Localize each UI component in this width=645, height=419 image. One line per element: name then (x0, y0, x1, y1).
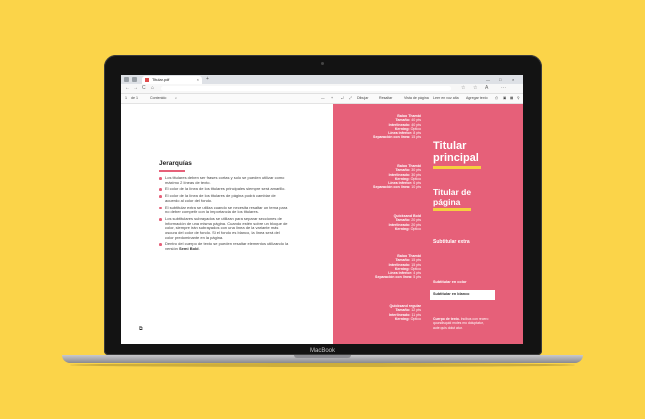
spec-block-subtitular-extra: Quicksand Bold Tamaño: 20 pts Interlinea… (343, 214, 421, 231)
sample-subtitular-blanco: Subtitular en blanco (433, 292, 470, 296)
pdf-favicon-icon (145, 78, 149, 82)
laptop-base-notch (294, 355, 351, 358)
fit-page-icon[interactable]: ⤢ (349, 94, 352, 103)
bullet-dot-icon (159, 177, 162, 180)
spec-value: 15 pts (411, 135, 421, 140)
sample-titular-principal: Titular principal (433, 140, 479, 164)
contents-button[interactable]: Contenido (150, 94, 166, 103)
bullet-dot-icon (159, 195, 162, 198)
bullet-text: El subtitular extra se utiliza cuando se… (165, 204, 288, 215)
spec-line: Kerning: Óptico (343, 317, 421, 321)
bullet-text: Los subtitulares subrayados se utilizan … (165, 215, 288, 240)
sample-cuerpo-texto: Cuerpo de texto. Incibus con recero quun… (433, 317, 489, 330)
pdf-toolbar: 1 de 1 Contenido ⌕ — + ⤾ ⤢ Dibujar Resal… (121, 94, 523, 104)
zoom-in-button[interactable]: + (331, 94, 333, 103)
sample-subtitular-extra: Subtitular extra (433, 239, 470, 245)
save-icon[interactable]: ▣ (503, 94, 506, 103)
read-aloud-button[interactable]: Leer en voz alta (433, 94, 459, 103)
bullet-dot-icon (159, 206, 162, 210)
spec-block-titular-principal: Baloo Thambi Tamaño: 40 pts Interlineado… (343, 114, 421, 140)
spec-label: Kerning: (394, 316, 410, 321)
spec-value: Óptico (410, 316, 421, 321)
sample-titular-pagina: Titular de página (433, 187, 472, 207)
highlight-button[interactable]: Resaltar (379, 94, 392, 103)
url-input[interactable] (161, 86, 451, 91)
spec-value: 5 pts (413, 275, 421, 280)
new-tab-button[interactable]: + (206, 76, 209, 83)
spec-value: Óptico (410, 226, 421, 231)
page-number-input[interactable]: 1 (125, 94, 127, 103)
camera (321, 62, 324, 65)
spec-label: Kerning: (394, 226, 410, 231)
bullet-text: El color de la línea de los titulares pr… (165, 186, 286, 192)
sample-subtitular-color: Subtitular en color (433, 280, 467, 284)
spec-block-subtitular-subrayado: Baloo Thambi Tamaño: 15 pts Interlineado… (343, 254, 421, 280)
page-view-button[interactable]: Vista de página (404, 94, 429, 103)
search-icon[interactable]: ⌕ (175, 94, 177, 103)
spec-line: Kerning: Óptico (343, 227, 421, 231)
spec-line: Separación con línea: 5 pts (343, 275, 421, 279)
collections-icon[interactable]: ☆ (473, 85, 477, 92)
list-item: El subtitular extra se utiliza cuando se… (159, 204, 289, 215)
laptop-screen: Titular.pdf × + — □ × ← → C ⌂ ☆ ☆ A ··· … (121, 75, 523, 344)
subtitular-blanco-box: Subtitular en blanco (430, 290, 495, 300)
laptop-shadow (70, 363, 575, 367)
titular-principal-underline (433, 166, 481, 169)
browser-address-bar: ← → C ⌂ ☆ ☆ A ··· (121, 84, 523, 94)
spec-label: Separación con línea: (373, 135, 411, 140)
bullet-dot-icon (159, 188, 162, 191)
section-heading: Jerarquías (159, 160, 192, 167)
list-item: El color de la línea de los titulares de… (159, 193, 289, 203)
draw-button[interactable]: Dibujar (357, 94, 368, 103)
forward-icon[interactable]: → (133, 85, 138, 92)
list-item: Los subtitulares subrayados se utilizan … (159, 215, 289, 241)
zoom-out-button[interactable]: — (321, 94, 325, 103)
close-window-button[interactable]: × (512, 76, 514, 83)
pdf-document-view[interactable]: Jerarquías Los titulares deben ser frase… (121, 104, 523, 344)
left-page: Jerarquías Los titulares deben ser frase… (121, 104, 333, 344)
tab-close-icon[interactable]: × (197, 77, 199, 83)
bullet-dot-icon (159, 217, 162, 221)
titular-pagina-underline (433, 208, 471, 211)
browser-tab-bar: Titular.pdf × + — □ × (121, 75, 523, 84)
spec-value: 10 pts (411, 185, 421, 190)
tab-pdf[interactable]: Titular.pdf × (142, 76, 202, 84)
bullet-dot-icon (159, 243, 162, 247)
list-item: El color de la línea de los titulares pr… (159, 187, 289, 192)
minimize-button[interactable]: — (486, 76, 490, 83)
tab-actions-icon[interactable] (132, 77, 137, 82)
refresh-icon[interactable]: C (142, 85, 146, 92)
rotate-icon[interactable]: ⤾ (341, 94, 344, 103)
page-total: de 1 (131, 96, 138, 100)
save-as-icon[interactable]: ▦ (510, 94, 513, 103)
heading-underline (159, 170, 185, 172)
bullet-list: Los titulares deben ser frases cortas y … (159, 175, 289, 254)
add-text-button[interactable]: Agregar texto (466, 94, 488, 103)
bullet-text-after: . (198, 246, 200, 252)
spec-line: Separación con línea: 15 pts (343, 135, 421, 139)
list-item: Dentro del cuerpo de texto se pueden res… (159, 242, 289, 251)
back-icon[interactable]: ← (125, 85, 130, 92)
page-thumbnail-icon[interactable]: ⧉ (139, 326, 143, 332)
bullet-text: El color de la línea de los titulares de… (165, 193, 276, 203)
laptop-brand-label: MacBook (309, 348, 335, 354)
spec-label: Separación con línea: (375, 275, 413, 280)
right-page: Baloo Thambi Tamaño: 40 pts Interlineado… (333, 104, 523, 344)
pin-toolbar-icon[interactable]: ⚲ (517, 94, 520, 103)
spec-line: Separación con línea: 10 pts (343, 185, 421, 189)
bullet-text-bold: Semi Bold (179, 246, 199, 252)
print-icon[interactable]: ⎙ (495, 94, 498, 103)
maximize-button[interactable]: □ (499, 76, 501, 83)
spec-block-titular-pagina: Baloo Thambi Tamaño: 30 pts Interlineado… (343, 164, 421, 190)
more-options-icon[interactable]: ··· (501, 85, 506, 92)
favorite-icon[interactable]: ☆ (461, 85, 465, 92)
bullet-text: Los titulares deben ser frases cortas y … (165, 175, 285, 185)
workspaces-icon[interactable] (124, 77, 129, 82)
spec-label: Separación con línea: (373, 185, 411, 190)
reading-mode-icon[interactable]: A (485, 85, 488, 92)
tab-title: Titular.pdf (152, 77, 170, 82)
list-item: Los titulares deben ser frases cortas y … (159, 175, 289, 185)
home-icon[interactable]: ⌂ (151, 85, 154, 92)
spec-block-cuerpo: Quicksand regular Tamaño: 12 pts Interli… (343, 304, 421, 321)
